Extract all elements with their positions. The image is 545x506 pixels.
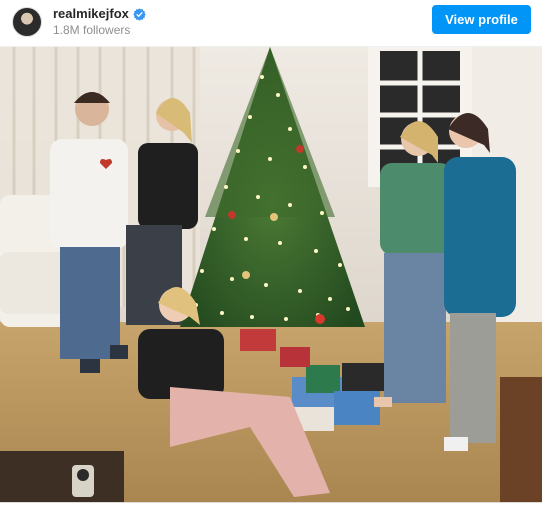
post-header: realmikejfox 1.8M followers View profile <box>0 0 545 44</box>
follower-count: 1.8M followers <box>53 22 131 37</box>
coffee-table <box>0 451 124 502</box>
family-christmas-photo <box>0 47 542 502</box>
view-profile-button[interactable]: View profile <box>432 5 531 34</box>
account-info: realmikejfox 1.8M followers <box>53 6 146 38</box>
avatar[interactable] <box>12 7 42 37</box>
username[interactable]: realmikejfox <box>53 6 129 22</box>
instagram-embed: realmikejfox 1.8M followers View profile <box>0 0 545 506</box>
post-photo[interactable] <box>0 46 542 503</box>
username-row: realmikejfox <box>53 6 146 22</box>
verified-badge-icon <box>133 7 146 21</box>
